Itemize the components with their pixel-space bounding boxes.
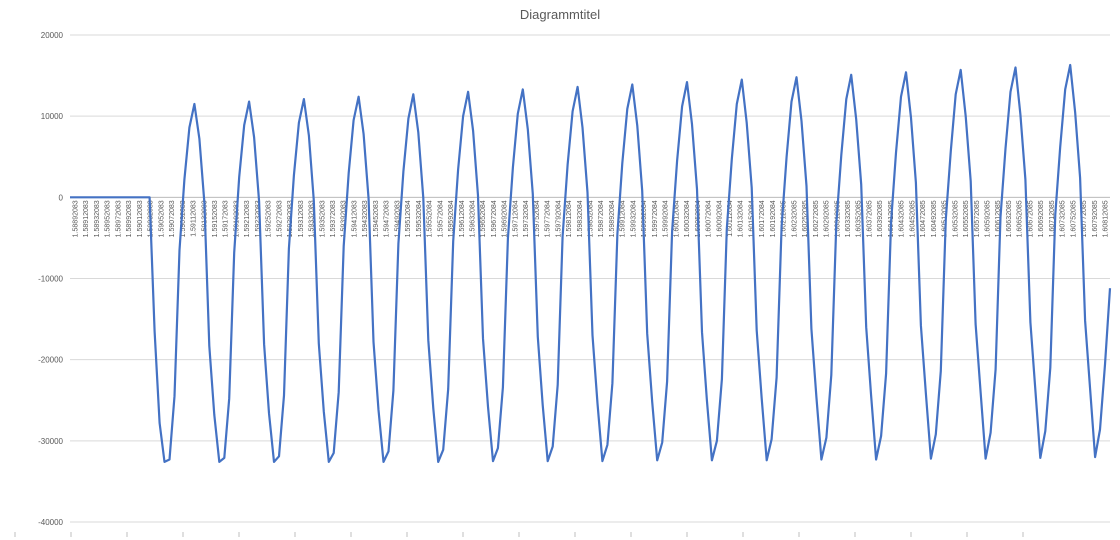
y-axis: 20000 10000 0 -10000 -20000 -30000 -40000 bbox=[38, 31, 63, 527]
x-tick-label: 1.59632084 bbox=[469, 200, 476, 237]
x-tick-label: 1.60292085 bbox=[824, 200, 831, 237]
x-tick-label: 1.60392085 bbox=[877, 200, 884, 237]
x-tick-label: 1.59972084 bbox=[652, 200, 659, 237]
x-tick-label: 1.59272083 bbox=[276, 200, 283, 237]
x-tick-label: 1.60632085 bbox=[1006, 200, 1013, 237]
x-tick-label: 1.60692085 bbox=[1038, 200, 1045, 237]
x-tick-label: 1.60372085 bbox=[866, 200, 873, 237]
x-tick-label: 1.59352083 bbox=[319, 200, 326, 237]
x-tick-label: 1.59892084 bbox=[609, 200, 616, 237]
x-tick-label: 1.58892083 bbox=[73, 200, 80, 237]
x-tick-label: 1.60652085 bbox=[1017, 200, 1024, 237]
x-tick-label: 1.60732085 bbox=[1060, 200, 1067, 237]
y-tick-label: -40000 bbox=[38, 518, 63, 527]
x-tick-label: 1.59672084 bbox=[491, 200, 498, 237]
y-tick-label: -20000 bbox=[38, 356, 63, 365]
x-tick-label: 1.59932084 bbox=[630, 200, 637, 237]
x-tick-label: 1.58952083 bbox=[105, 200, 112, 237]
x-tick-label: 1.60172084 bbox=[759, 200, 766, 237]
x-tick-label: 1.60792085 bbox=[1092, 200, 1099, 237]
x-tick-label: 1.58992083 bbox=[126, 200, 133, 237]
x-tick-label: 1.60272085 bbox=[813, 200, 820, 237]
x-tick-label: 1.60332085 bbox=[845, 200, 852, 237]
x-tick-label: 1.60572085 bbox=[974, 200, 981, 237]
x-tick-label: 1.60532085 bbox=[952, 200, 959, 237]
x-tick-label: 1.60472085 bbox=[920, 200, 927, 237]
x-tick-label: 1.60452085 bbox=[909, 200, 916, 237]
x-tick-label: 1.60092084 bbox=[716, 200, 723, 237]
x-tick-label: 1.59012083 bbox=[137, 200, 144, 237]
x-tick-label: 1.60672085 bbox=[1027, 200, 1034, 237]
x-tick-label: 1.60552085 bbox=[963, 200, 970, 237]
x-tick-label: 1.59612084 bbox=[459, 200, 466, 237]
x-tick-label: 1.60432085 bbox=[899, 200, 906, 237]
series-layer bbox=[70, 63, 1112, 463]
line-chart: Diagrammtitel 20000 10000 0 -10000 -20000 -30… bbox=[0, 0, 1120, 540]
y-tick-label: 20000 bbox=[41, 31, 64, 40]
chart-plot: 20000 10000 0 -10000 -20000 -30000 -40000 1.58… bbox=[14, 31, 1112, 537]
x-tick-label: 1.58912083 bbox=[83, 200, 90, 237]
x-tick-label: 1.58932083 bbox=[94, 200, 101, 237]
x-tick-label: 1.59532084 bbox=[416, 200, 423, 237]
x-tick-label: 1.59372083 bbox=[330, 200, 337, 237]
x-tick-label: 1.59152083 bbox=[212, 200, 219, 237]
x-tick-label: 1.59732084 bbox=[523, 200, 530, 237]
x-tick-label: 1.59992084 bbox=[663, 200, 670, 237]
y-tick-label: -10000 bbox=[38, 275, 63, 284]
series-line bbox=[70, 63, 1112, 463]
x-tick-label: 1.60592085 bbox=[984, 200, 991, 237]
x-tick-label: 1.59252083 bbox=[266, 200, 273, 237]
x-tick-label: 1.59452083 bbox=[373, 200, 380, 237]
x-tick-label: 1.59712084 bbox=[512, 200, 519, 237]
x-tick-label: 1.60032084 bbox=[684, 200, 691, 237]
x-tick-label: 1.59812084 bbox=[566, 200, 573, 237]
x-tick-label: 1.60192084 bbox=[770, 200, 777, 237]
x-tick-label: 1.59572084 bbox=[437, 200, 444, 237]
x-tick-label: 1.59652084 bbox=[480, 200, 487, 237]
x-tick-label: 1.59072083 bbox=[169, 200, 176, 237]
x-tick-label: 1.59792084 bbox=[555, 200, 562, 237]
x-tick-label: 1.60752085 bbox=[1070, 200, 1077, 237]
y-tick-label: 0 bbox=[59, 193, 64, 202]
x-tick-label: 1.59912084 bbox=[620, 200, 627, 237]
x-tick-label: 1.60072084 bbox=[706, 200, 713, 237]
y-tick-label: -30000 bbox=[38, 437, 63, 446]
x-tick-label: 1.59052083 bbox=[158, 200, 165, 237]
x-tick-label: 1.59212083 bbox=[244, 200, 251, 237]
x-tick-label: 1.59832084 bbox=[577, 200, 584, 237]
x-tick-label: 1.60492085 bbox=[931, 200, 938, 237]
x-tick-label: 1.59512084 bbox=[405, 200, 412, 237]
x-tick-label: 1.58972083 bbox=[115, 200, 122, 237]
x-tick-label: 1.59772084 bbox=[545, 200, 552, 237]
x-tick-label: 1.60232085 bbox=[791, 200, 798, 237]
x-tick-label: 1.59872084 bbox=[598, 200, 605, 237]
x-tick-label: 1.60132084 bbox=[738, 200, 745, 237]
x-tick-label: 1.59312083 bbox=[298, 200, 305, 237]
x-tick-label: 1.59172083 bbox=[223, 200, 230, 237]
x-tick-label: 1.59472083 bbox=[384, 200, 391, 237]
x-tick-label: 1.60812085 bbox=[1103, 200, 1110, 237]
y-tick-label: 10000 bbox=[41, 112, 64, 121]
x-tick-label: 1.59412083 bbox=[351, 200, 358, 237]
x-tick-label: 1.59552084 bbox=[427, 200, 434, 237]
x-tick-label: 1.59112083 bbox=[191, 200, 198, 237]
